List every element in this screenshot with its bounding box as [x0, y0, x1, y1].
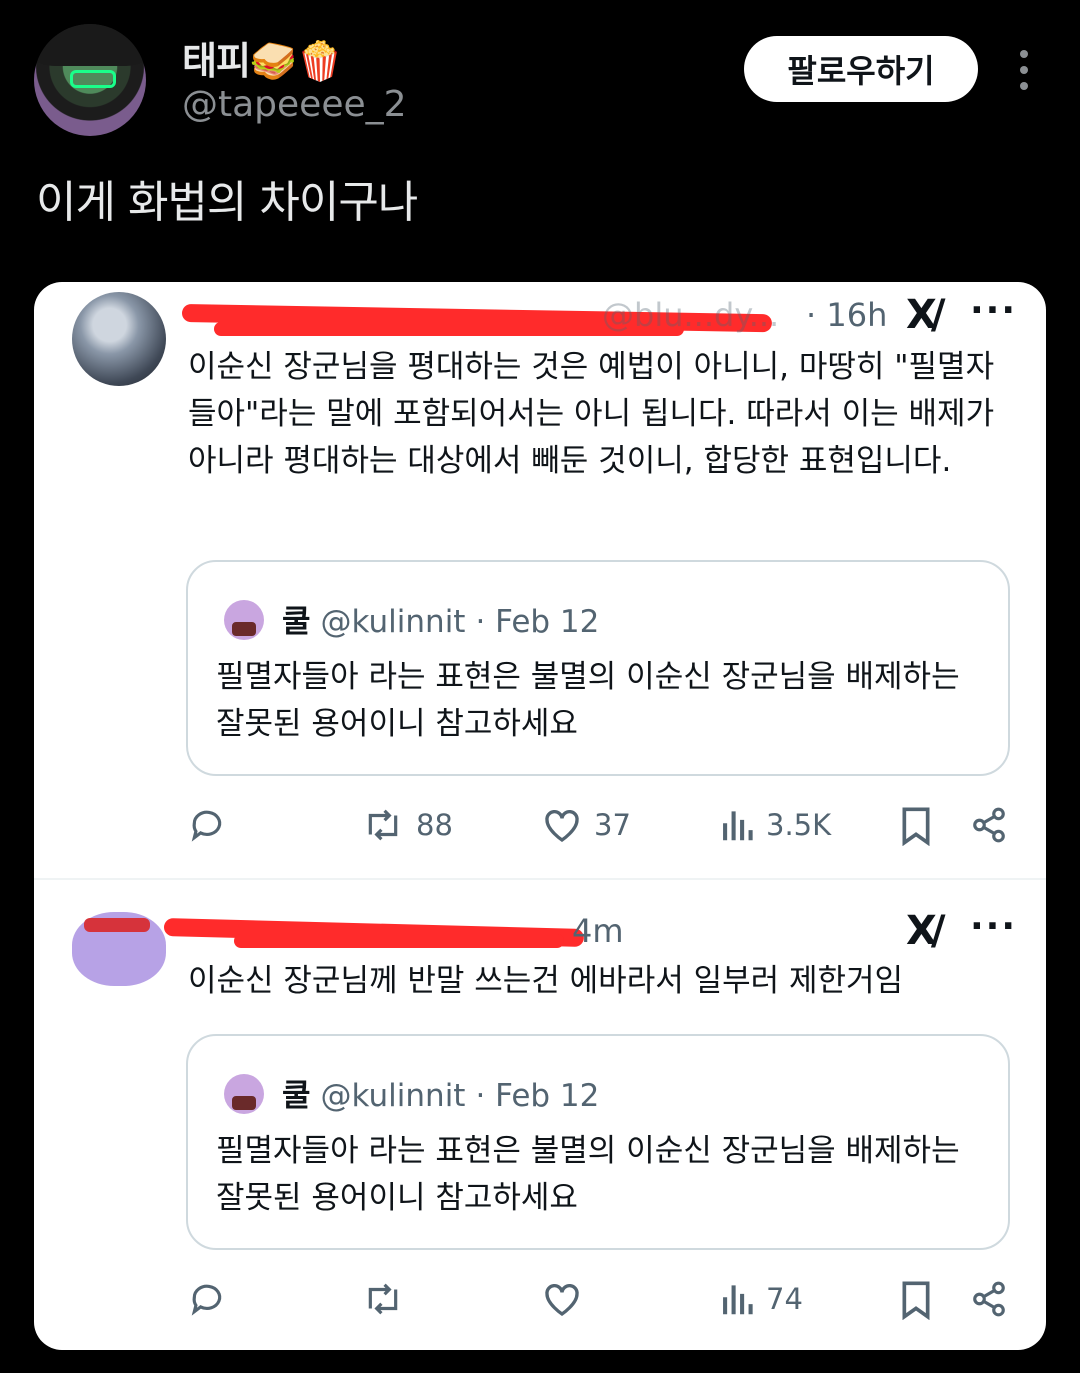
quote-text: 필멸자들아 라는 표현은 불멸의 이순신 장군님을 배제하는 잘못된 용어이니 …	[216, 1133, 960, 1216]
more-options-icon[interactable]: ···	[970, 906, 1017, 947]
tweet-avatar	[72, 292, 166, 386]
x-grok-icon[interactable]: X/	[906, 908, 946, 954]
quote-date: · Feb 12	[475, 604, 600, 640]
share-icon	[970, 1280, 1008, 1318]
display-name[interactable]: 태피🥪🍿	[182, 30, 344, 85]
user-handle[interactable]: @tapeeee_2	[182, 84, 407, 125]
glasses	[70, 70, 116, 88]
bookmark-icon	[900, 806, 932, 846]
more-options-icon[interactable]	[1012, 50, 1036, 90]
quote-avatar	[224, 1074, 264, 1114]
views-count: 74	[766, 1282, 803, 1316]
post-text: 이게 화법의 차이구나	[36, 177, 418, 228]
tweet-text: 이순신 장군님을 평대하는 것은 예법이 아니니, 마땅히 "필멸자들아"라는 …	[188, 349, 995, 479]
reply-button[interactable]	[188, 1280, 226, 1318]
reply-icon	[188, 1280, 226, 1318]
views-icon	[720, 1280, 754, 1318]
tweet-handle: @blu...dy...	[602, 296, 780, 334]
follow-button[interactable]: 팔로우하기	[744, 36, 978, 102]
reply-button[interactable]	[188, 806, 226, 844]
quote-name: 쿨	[282, 1078, 311, 1114]
tweet-divider	[34, 878, 1046, 880]
repost-button[interactable]: 88	[362, 806, 453, 844]
quote-text: 필멸자들아 라는 표현은 불멸의 이순신 장군님을 배제하는 잘못된 용어이니 …	[216, 659, 960, 742]
like-button[interactable]	[542, 1280, 594, 1318]
tweet-time: · 16h	[806, 296, 888, 334]
heart-icon	[542, 1280, 582, 1318]
repost-icon	[362, 1280, 404, 1318]
quote-handle: @kulinnit	[320, 1078, 466, 1114]
tweet-time: 4m	[572, 912, 624, 950]
witch-hat	[34, 24, 146, 66]
redaction-mark	[234, 934, 564, 948]
quote-handle: @kulinnit	[320, 604, 466, 640]
x-grok-icon[interactable]: X/	[906, 292, 946, 338]
like-button[interactable]: 37	[542, 806, 631, 844]
quoted-tweet[interactable]: 쿨 @kulinnit · Feb 12 필멸자들아 라는 표현은 불멸의 이순…	[186, 1034, 1010, 1250]
tweet-text: 이순신 장군님께 반말 쓰는건 에바라서 일부러 제한거임	[188, 963, 904, 999]
views-count: 3.5K	[766, 808, 832, 842]
share-icon	[970, 806, 1008, 844]
repost-button[interactable]	[362, 1280, 416, 1318]
repost-count: 88	[416, 808, 453, 842]
share-button[interactable]	[970, 806, 1008, 844]
views-button[interactable]: 74	[720, 1280, 803, 1318]
profile-avatar[interactable]	[34, 24, 146, 136]
bookmark-icon	[900, 1280, 932, 1320]
more-options-icon[interactable]: ···	[970, 290, 1017, 331]
tweet-avatar	[72, 912, 166, 986]
share-button[interactable]	[970, 1280, 1008, 1318]
heart-icon	[542, 806, 582, 844]
bookmark-button[interactable]	[900, 1280, 932, 1320]
views-icon	[720, 806, 754, 844]
reply-icon	[188, 806, 226, 844]
repost-icon	[362, 806, 404, 844]
quote-name: 쿨	[282, 604, 311, 640]
quote-avatar	[224, 600, 264, 640]
bookmark-button[interactable]	[900, 806, 932, 846]
quoted-tweet[interactable]: 쿨 @kulinnit · Feb 12 필멸자들아 라는 표현은 불멸의 이순…	[186, 560, 1010, 776]
embedded-screenshot: @blu...dy... · 16h X/ ··· 이순신 장군님을 평대하는 …	[34, 282, 1046, 1350]
views-button[interactable]: 3.5K	[720, 806, 831, 844]
quote-date: · Feb 12	[475, 1078, 600, 1114]
like-count: 37	[594, 808, 631, 842]
